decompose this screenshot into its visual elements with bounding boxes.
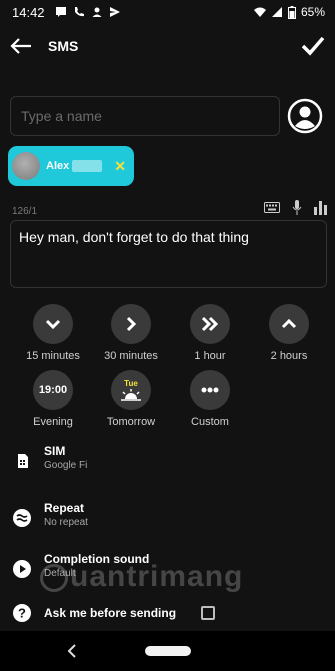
signal-icon bbox=[271, 7, 282, 17]
ask-before-sending-checkbox[interactable] bbox=[201, 606, 215, 620]
wifi-icon bbox=[253, 7, 266, 17]
sunrise-icon bbox=[121, 389, 141, 401]
more-dots-icon bbox=[201, 387, 219, 393]
option-1-hour[interactable]: 1 hour bbox=[170, 304, 250, 362]
chevron-down-icon bbox=[45, 319, 61, 329]
setting-sim[interactable]: SIM Google Fi bbox=[0, 442, 335, 482]
repeat-wave-icon bbox=[13, 509, 31, 527]
app-bar: SMS bbox=[0, 24, 335, 68]
message-input[interactable]: Hey man, don't forget to do that thing bbox=[10, 220, 327, 288]
nav-home-pill[interactable] bbox=[144, 646, 191, 656]
recipient-chip[interactable]: Alex ✕ bbox=[8, 146, 134, 186]
battery-icon bbox=[287, 5, 296, 19]
play-icon bbox=[13, 560, 31, 578]
svg-text:?: ? bbox=[18, 606, 26, 621]
chevron-up-icon bbox=[281, 319, 297, 329]
blurred-name bbox=[72, 160, 103, 172]
nav-back-icon[interactable] bbox=[66, 641, 78, 661]
option-tomorrow[interactable]: Tue Tomorrow bbox=[91, 370, 171, 428]
remove-recipient-icon[interactable]: ✕ bbox=[114, 158, 126, 175]
option-evening[interactable]: 19:00 Evening bbox=[13, 370, 93, 428]
evening-time-badge: 19:00 bbox=[38, 384, 68, 396]
back-arrow-icon[interactable] bbox=[10, 37, 32, 55]
system-nav-bar bbox=[0, 631, 335, 671]
keyboard-icon[interactable] bbox=[264, 202, 280, 213]
avatar bbox=[12, 152, 40, 180]
option-30-minutes[interactable]: 30 minutes bbox=[91, 304, 171, 362]
confirm-check-icon[interactable] bbox=[301, 36, 325, 56]
double-chevron-right-icon bbox=[201, 316, 219, 332]
setting-repeat[interactable]: Repeat No repeat bbox=[0, 499, 335, 539]
recipient-chip-name: Alex bbox=[46, 160, 70, 172]
chevron-right-icon bbox=[126, 316, 136, 332]
contact-picker-icon[interactable] bbox=[287, 98, 323, 134]
call-icon bbox=[74, 7, 84, 17]
status-time: 14:42 bbox=[12, 4, 45, 20]
tomorrow-day-badge: Tue bbox=[124, 379, 138, 388]
message-tools bbox=[264, 200, 327, 215]
char-counter: 126/1 bbox=[12, 206, 38, 217]
microphone-icon[interactable] bbox=[292, 200, 302, 215]
battery-percent: 65% bbox=[300, 5, 325, 19]
option-2-hours[interactable]: 2 hours bbox=[249, 304, 329, 362]
watermark-logo-icon bbox=[40, 564, 68, 593]
bar-chart-icon[interactable] bbox=[314, 200, 327, 215]
message-notification-icon bbox=[55, 7, 66, 17]
sim-card-icon bbox=[18, 454, 28, 468]
option-15-minutes[interactable]: 15 minutes bbox=[13, 304, 93, 362]
status-bar: 14:42 65% bbox=[0, 0, 335, 24]
option-custom[interactable]: Custom bbox=[170, 370, 250, 428]
recipient-name-input[interactable] bbox=[10, 96, 280, 136]
message-text: Hey man, don't forget to do that thing bbox=[19, 229, 249, 245]
page-title: SMS bbox=[48, 38, 79, 54]
watermark: uantrimang bbox=[40, 560, 243, 594]
help-icon: ? bbox=[13, 604, 31, 622]
person-icon bbox=[92, 7, 102, 17]
send-notification-icon bbox=[109, 7, 120, 17]
setting-ask-before-sending[interactable]: ? Ask me before sending bbox=[0, 600, 335, 628]
